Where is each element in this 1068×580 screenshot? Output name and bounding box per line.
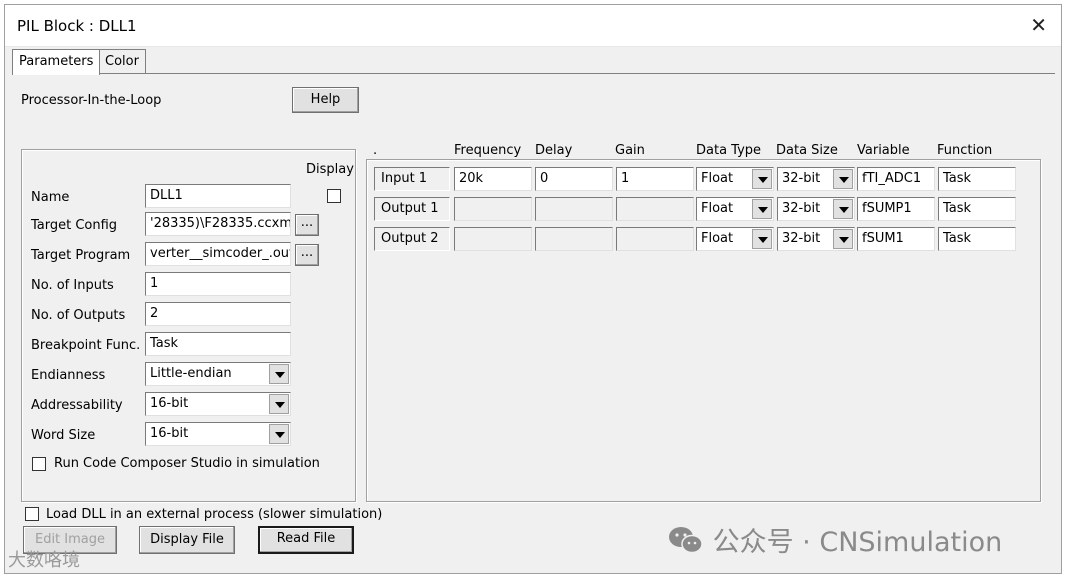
title-bar: PIL Block : DLL1 ✕ bbox=[5, 5, 1061, 47]
chevron-down-icon[interactable] bbox=[269, 424, 289, 444]
row3-data-size-select[interactable]: 32-bit bbox=[777, 227, 855, 251]
num-inputs-label: No. of Inputs bbox=[31, 278, 114, 293]
column-header-index: . bbox=[373, 143, 378, 158]
addressability-select[interactable]: 16-bit bbox=[145, 392, 291, 416]
target-program-browse-button[interactable]: ... bbox=[295, 244, 319, 266]
row1-gain-field[interactable]: 1 bbox=[616, 167, 694, 191]
read-file-button[interactable]: Read File bbox=[258, 526, 354, 554]
name-field[interactable]: DLL1 bbox=[145, 184, 291, 208]
column-header-data-size: Data Size bbox=[776, 143, 838, 158]
endianness-value: Little-endian bbox=[150, 366, 232, 381]
row2-frequency-field bbox=[454, 197, 532, 221]
chevron-down-icon[interactable] bbox=[833, 199, 853, 219]
load-dll-external-label: Load DLL in an external process (slower … bbox=[46, 507, 383, 522]
row-label-output-1: Output 1 bbox=[374, 197, 450, 221]
display-file-button[interactable]: Display File bbox=[139, 526, 235, 554]
load-dll-external-checkbox[interactable] bbox=[25, 507, 39, 521]
target-config-field[interactable]: '28335)\F28335.ccxml bbox=[145, 212, 291, 236]
endianness-label: Endianness bbox=[31, 368, 106, 383]
addressability-value: 16-bit bbox=[150, 396, 189, 411]
breakpoint-func-label: Breakpoint Func. bbox=[31, 338, 141, 353]
chevron-down-icon[interactable] bbox=[752, 199, 772, 219]
row-label-output-2: Output 2 bbox=[374, 227, 450, 251]
row2-data-size-select[interactable]: 32-bit bbox=[777, 197, 855, 221]
chevron-down-icon[interactable] bbox=[752, 169, 772, 189]
row2-delay-field bbox=[535, 197, 613, 221]
row3-gain-field bbox=[616, 227, 694, 251]
row1-frequency-field[interactable]: 20k bbox=[454, 167, 532, 191]
row-label-input-1: Input 1 bbox=[374, 167, 450, 191]
row1-data-type-value: Float bbox=[701, 171, 734, 186]
row2-data-type-select[interactable]: Float bbox=[696, 197, 774, 221]
row1-variable-field[interactable]: fTI_ADC1 bbox=[857, 167, 935, 191]
endianness-select[interactable]: Little-endian bbox=[145, 362, 291, 386]
row2-data-type-value: Float bbox=[701, 201, 734, 216]
watermark-text: 公众号 · CNSimulation bbox=[712, 527, 1003, 558]
secondary-watermark: 大数咯境 bbox=[8, 550, 80, 571]
chevron-down-icon[interactable] bbox=[269, 394, 289, 414]
row1-delay-field[interactable]: 0 bbox=[535, 167, 613, 191]
row3-delay-field bbox=[535, 227, 613, 251]
row3-frequency-field bbox=[454, 227, 532, 251]
word-size-select[interactable]: 16-bit bbox=[145, 422, 291, 446]
row1-data-size-value: 32-bit bbox=[782, 171, 821, 186]
target-config-browse-button[interactable]: ... bbox=[295, 214, 319, 236]
num-inputs-field[interactable]: 1 bbox=[145, 272, 291, 296]
target-program-field[interactable]: verter__simcoder_.out bbox=[145, 242, 291, 266]
chevron-down-icon[interactable] bbox=[833, 229, 853, 249]
wechat-icon bbox=[669, 527, 703, 554]
breakpoint-func-field[interactable]: Task bbox=[145, 332, 291, 356]
column-header-gain: Gain bbox=[615, 143, 645, 158]
name-display-checkbox[interactable] bbox=[327, 189, 341, 203]
row2-data-size-value: 32-bit bbox=[782, 201, 821, 216]
name-label: Name bbox=[31, 190, 70, 205]
row2-variable-field[interactable]: fSUMP1 bbox=[857, 197, 935, 221]
target-config-label: Target Config bbox=[31, 218, 118, 233]
row1-function-field[interactable]: Task bbox=[938, 167, 1016, 191]
column-header-data-type: Data Type bbox=[696, 143, 762, 158]
chevron-down-icon[interactable] bbox=[269, 364, 289, 384]
row3-data-type-value: Float bbox=[701, 231, 734, 246]
close-icon[interactable]: ✕ bbox=[1030, 13, 1047, 37]
row2-function-field[interactable]: Task bbox=[938, 197, 1016, 221]
tab-panel-border bbox=[12, 73, 1055, 74]
row3-function-field[interactable]: Task bbox=[938, 227, 1016, 251]
row3-data-size-value: 32-bit bbox=[782, 231, 821, 246]
word-size-value: 16-bit bbox=[150, 426, 189, 441]
run-ccs-checkbox[interactable] bbox=[32, 457, 46, 471]
window-title: PIL Block : DLL1 bbox=[17, 17, 137, 35]
row3-data-type-select[interactable]: Float bbox=[696, 227, 774, 251]
word-size-label: Word Size bbox=[31, 428, 96, 443]
processor-in-the-loop-label: Processor-In-the-Loop bbox=[21, 93, 162, 108]
help-button[interactable]: Help bbox=[292, 87, 359, 113]
addressability-label: Addressability bbox=[31, 398, 123, 413]
row1-data-type-select[interactable]: Float bbox=[696, 167, 774, 191]
num-outputs-label: No. of Outputs bbox=[31, 308, 126, 323]
chevron-down-icon[interactable] bbox=[752, 229, 772, 249]
pil-block-dialog: PIL Block : DLL1 ✕ Parameters Color Proc… bbox=[4, 4, 1062, 574]
run-ccs-label: Run Code Composer Studio in simulation bbox=[54, 456, 320, 471]
chevron-down-icon[interactable] bbox=[833, 169, 853, 189]
num-outputs-field[interactable]: 2 bbox=[145, 302, 291, 326]
column-header-frequency: Frequency bbox=[454, 143, 522, 158]
column-header-function: Function bbox=[937, 143, 993, 158]
display-column-label: Display bbox=[306, 162, 354, 177]
column-header-delay: Delay bbox=[535, 143, 573, 158]
tab-parameters[interactable]: Parameters bbox=[12, 49, 101, 75]
row3-variable-field[interactable]: fSUM1 bbox=[857, 227, 935, 251]
tab-color[interactable]: Color bbox=[98, 49, 146, 73]
row2-gain-field bbox=[616, 197, 694, 221]
wechat-watermark: 公众号 · CNSimulation bbox=[668, 520, 1002, 559]
column-header-variable: Variable bbox=[857, 143, 910, 158]
row1-data-size-select[interactable]: 32-bit bbox=[777, 167, 855, 191]
target-program-label: Target Program bbox=[31, 248, 131, 263]
